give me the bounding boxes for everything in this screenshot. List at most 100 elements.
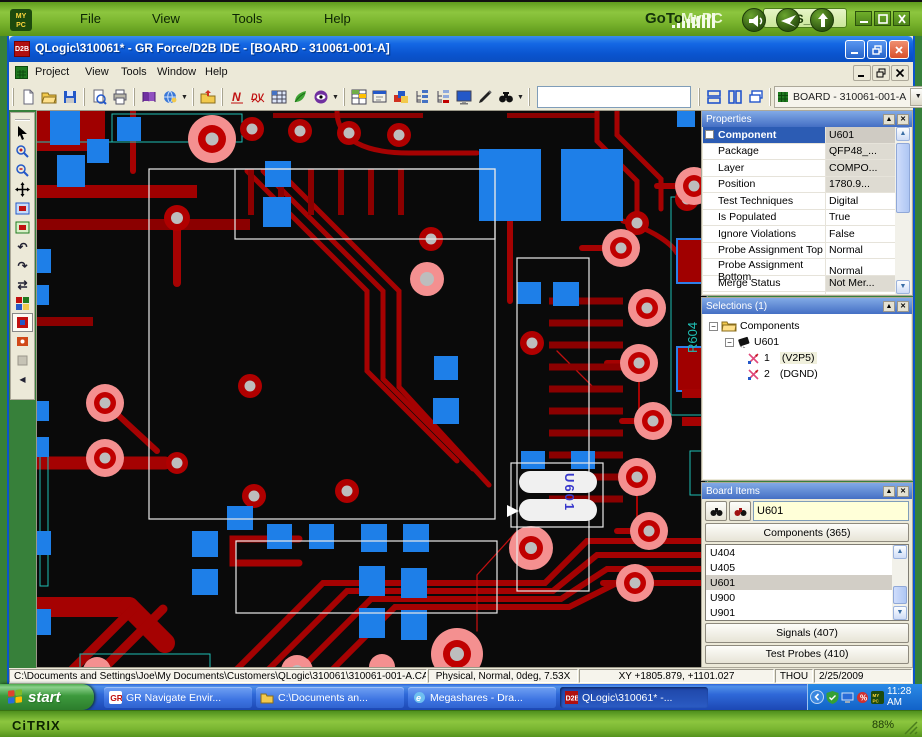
net-view-button[interactable]: N — [226, 87, 247, 108]
property-row[interactable]: − Component U601 — [703, 127, 895, 144]
find-binoculars-button[interactable] — [495, 87, 516, 108]
probe-pen-button[interactable] — [474, 87, 495, 108]
collapse-expander[interactable]: − — [709, 322, 718, 331]
toolbar-grip[interactable] — [221, 88, 223, 106]
collapse-toolbar-arrow[interactable]: ◀ — [12, 370, 33, 389]
properties-window-button[interactable] — [369, 87, 390, 108]
tree-node-pin1[interactable]: 1 (V2P5) — [709, 350, 911, 366]
toolbar-grip[interactable] — [12, 88, 14, 106]
bottom-side-view-button[interactable] — [12, 218, 33, 237]
panel-collapse-button[interactable]: ▲ — [883, 486, 895, 497]
spreadsheet-button[interactable] — [268, 87, 289, 108]
top-side-view-button[interactable] — [12, 199, 33, 218]
window-minimize-button[interactable] — [845, 40, 865, 59]
component-mode-button[interactable] — [12, 313, 33, 332]
gtm-menu-view[interactable]: View — [152, 11, 180, 26]
toolbar-search-input[interactable] — [537, 86, 691, 108]
properties-scrollbar[interactable]: ▲ ▼ — [895, 127, 911, 294]
window-restore-button[interactable] — [867, 40, 887, 59]
toolbar-dropdown-caret[interactable]: ▼ — [180, 87, 189, 108]
scroll-thumb[interactable] — [893, 586, 907, 604]
panel-close-button[interactable]: ✕ — [897, 301, 909, 312]
zoom-in-tool-button[interactable] — [12, 142, 33, 161]
start-button[interactable]: start — [0, 684, 94, 710]
load-board-button[interactable] — [197, 87, 218, 108]
gtm-maximize-button[interactable] — [874, 11, 891, 26]
taskbar-clock[interactable]: 11:28 AM — [887, 686, 922, 708]
undo-button[interactable]: ↶ — [12, 237, 33, 256]
new-file-button[interactable] — [17, 87, 38, 108]
toolbar-grip[interactable] — [192, 88, 194, 106]
property-row[interactable]: LayerCOMPO... — [703, 160, 895, 177]
task-explorer-window[interactable]: C:\Documents an... — [256, 687, 404, 708]
panel-close-button[interactable]: ✕ — [897, 486, 909, 497]
panel-collapse-button[interactable]: ▲ — [883, 114, 895, 125]
flip-board-button[interactable]: ⇄ — [12, 275, 33, 294]
list-item[interactable]: U901 — [706, 605, 908, 620]
property-row[interactable]: Is PopulatedTrue — [703, 210, 895, 227]
split-horizontal-button[interactable] — [703, 87, 724, 108]
properties-panel-header[interactable]: Properties ▲ ✕ — [702, 111, 912, 127]
board-document-combo[interactable]: BOARD - 310061-001-A ▼ — [774, 86, 922, 108]
panel-collapse-button[interactable]: ▲ — [883, 301, 895, 312]
menu-project[interactable]: Project — [35, 66, 69, 78]
toolbar-grip[interactable] — [698, 88, 700, 106]
split-vertical-button[interactable] — [724, 87, 745, 108]
scroll-down-button[interactable]: ▼ — [896, 280, 910, 294]
board-viewport[interactable]: R604 U601 — [36, 110, 708, 668]
tray-expand-chevron[interactable] — [810, 690, 824, 705]
toolbar-grip[interactable] — [769, 88, 771, 106]
property-row[interactable]: Position1780.9... — [703, 177, 895, 194]
property-row[interactable]: PackageQFP48_... — [703, 144, 895, 161]
monitor-view-button[interactable] — [453, 87, 474, 108]
tree-node-pin2[interactable]: 2 (DGND) — [709, 366, 911, 382]
toolbar-grip[interactable] — [343, 88, 345, 106]
gtm-menu-file[interactable]: File — [80, 11, 101, 26]
probe-mode-button[interactable] — [12, 332, 33, 351]
send-files-button[interactable] — [776, 8, 800, 32]
scroll-up-button[interactable]: ▲ — [893, 545, 907, 559]
board-items-search-input[interactable] — [753, 501, 909, 521]
task-megashares-browser[interactable]: e Megashares - Dra... — [408, 687, 556, 708]
resize-grip-icon[interactable] — [904, 721, 918, 735]
scroll-up-button[interactable]: ▲ — [896, 127, 910, 141]
find-wildcard-button[interactable] — [729, 501, 751, 521]
volume-button[interactable] — [742, 8, 766, 32]
vtoolbar-grip[interactable] — [15, 115, 30, 121]
menu-window[interactable]: Window — [157, 66, 196, 78]
tray-network-icon[interactable] — [841, 690, 854, 705]
toolbar-grip[interactable] — [83, 88, 85, 106]
window-close-button[interactable] — [889, 40, 909, 59]
scroll-down-button[interactable]: ▼ — [893, 606, 907, 620]
property-row[interactable]: Probe Assignment TopNormal — [703, 243, 895, 260]
property-row[interactable]: Merge StatusNot Mer... — [703, 276, 895, 293]
pan-tool-button[interactable] — [12, 180, 33, 199]
tree-view-button[interactable] — [411, 87, 432, 108]
tray-security-icon[interactable] — [826, 690, 839, 705]
components-list[interactable]: U404 U405 U601 U900 U901 ▲ ▼ — [705, 544, 909, 621]
green-leaf-button[interactable] — [289, 87, 310, 108]
select-tool-button[interactable] — [12, 123, 33, 142]
redo-button[interactable]: ↷ — [12, 256, 33, 275]
toolbar-grip[interactable] — [528, 88, 530, 106]
components-category-button[interactable]: Components (365) — [705, 523, 909, 542]
layer-colors-button[interactable] — [12, 294, 33, 313]
online-support-button[interactable] — [159, 87, 180, 108]
gtm-menu-help[interactable]: Help — [324, 11, 351, 26]
selections-panel-header[interactable]: Selections (1) ▲ ✕ — [702, 298, 912, 314]
menu-tools[interactable]: Tools — [121, 66, 147, 78]
menu-view[interactable]: View — [85, 66, 109, 78]
component-table-button[interactable] — [348, 87, 369, 108]
collapse-expander[interactable]: − — [705, 130, 714, 139]
list-item[interactable]: U405 — [706, 560, 908, 575]
save-button[interactable] — [59, 87, 80, 108]
gtm-close-button[interactable] — [893, 11, 910, 26]
viewer-eye-button[interactable] — [310, 87, 331, 108]
task-qlogic-ide[interactable]: D2B QLogic\310061* -... — [560, 687, 708, 708]
scroll-thumb[interactable] — [896, 143, 910, 213]
board-items-panel-header[interactable]: Board Items ▲ ✕ — [702, 483, 912, 499]
help-book-button[interactable] — [138, 87, 159, 108]
property-row[interactable]: Probe Assignment BottomNormal — [703, 259, 895, 276]
list-item-selected[interactable]: U601 — [706, 575, 908, 590]
toolbar-dropdown-caret[interactable]: ▼ — [331, 87, 340, 108]
